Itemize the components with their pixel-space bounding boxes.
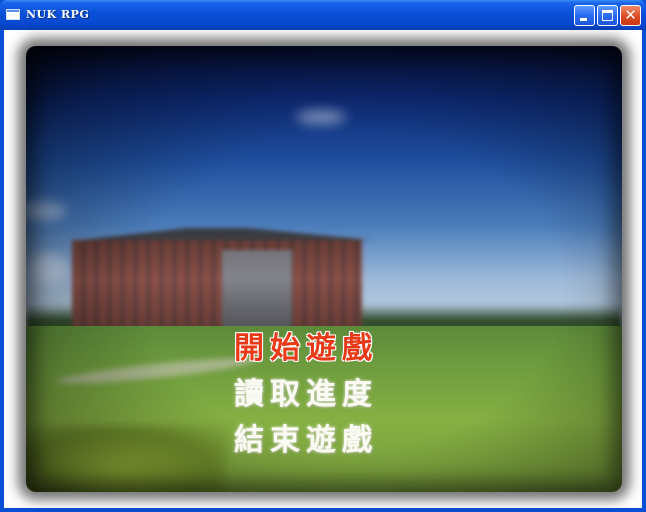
minimize-button[interactable] — [574, 5, 595, 26]
bush — [26, 426, 226, 492]
application-window: NUK RPG ✕ 開始遊戲 讀取進度 結束遊戲 — [0, 0, 646, 512]
main-menu: 開始遊戲 讀取進度 結束遊戲 — [234, 329, 404, 467]
window-title: NUK RPG — [26, 8, 90, 21]
maximize-button[interactable] — [597, 5, 618, 26]
menu-item-start-game[interactable]: 開始遊戲 — [234, 329, 404, 375]
app-window-icon — [6, 9, 20, 20]
maximize-icon — [602, 10, 613, 21]
close-button[interactable]: ✕ — [620, 5, 641, 26]
menu-item-exit-game[interactable]: 結束遊戲 — [234, 421, 404, 467]
minimize-icon — [580, 18, 587, 21]
menu-item-load-game[interactable]: 讀取進度 — [234, 375, 404, 421]
title-bar[interactable]: NUK RPG ✕ — [0, 0, 646, 30]
campus-building — [62, 228, 372, 338]
cloud — [296, 110, 346, 124]
close-icon: ✕ — [624, 6, 637, 24]
